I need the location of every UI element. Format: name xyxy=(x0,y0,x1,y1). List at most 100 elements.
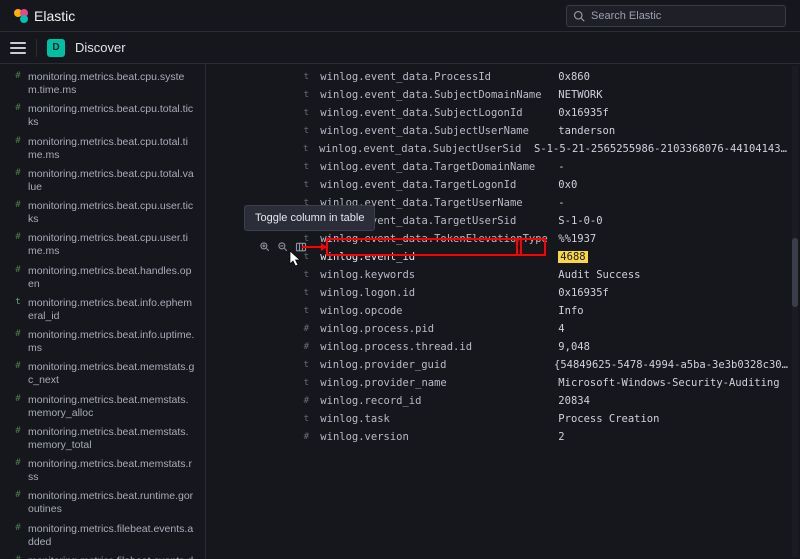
field-name: winlog.opcode xyxy=(320,305,550,317)
global-search-input[interactable]: Search Elastic xyxy=(566,5,786,27)
sidebar-field-item[interactable]: # monitoring.metrics.beat.cpu.total.value xyxy=(0,165,205,197)
sidebar-field-item[interactable]: # monitoring.metrics.beat.info.uptime.ms xyxy=(0,326,205,358)
doc-field-row[interactable]: twinlog.event_data.ProcessId0x860 xyxy=(210,68,790,86)
field-value: 4 xyxy=(558,323,564,335)
field-label: monitoring.metrics.beat.cpu.total.value xyxy=(28,168,195,194)
field-name: winlog.provider_name xyxy=(320,377,550,389)
field-name: winlog.task xyxy=(320,413,550,425)
field-name: winlog.event_data.SubjectLogonId xyxy=(320,107,550,119)
field-type-icon: # xyxy=(14,523,22,534)
doc-field-row[interactable]: twinlog.event_data.TargetLogonId0x0 xyxy=(210,176,790,194)
doc-field-row[interactable]: twinlog.event_data.SubjectLogonId0x16935… xyxy=(210,104,790,122)
doc-field-row[interactable]: t winlog.task Process Creation xyxy=(210,410,790,428)
field-name: winlog.event_data.SubjectUserSid xyxy=(319,143,526,155)
field-type-icon: # xyxy=(14,71,22,82)
field-name: winlog.logon.id xyxy=(320,287,550,299)
doc-field-row[interactable]: twinlog.logon.id0x16935f xyxy=(210,284,790,302)
sidebar-field-item[interactable]: # monitoring.metrics.beat.memstats.gc_nex… xyxy=(0,358,205,390)
field-label: monitoring.metrics.beat.runtime.goroutin… xyxy=(28,490,195,516)
field-type-icon: # xyxy=(300,342,312,352)
field-label: monitoring.metrics.beat.memstats.memory_… xyxy=(28,394,195,420)
field-value: 20834 xyxy=(558,395,590,407)
field-label: monitoring.metrics.beat.cpu.user.time.ms xyxy=(28,232,195,258)
doc-field-row[interactable]: #winlog.record_id20834 xyxy=(210,392,790,410)
vertical-scrollbar[interactable] xyxy=(792,66,798,557)
field-type-icon: t xyxy=(300,360,312,370)
field-type-icon: # xyxy=(14,232,22,243)
sidebar-field-item[interactable]: # monitoring.metrics.beat.runtime.gorouti… xyxy=(0,487,205,519)
sidebar-field-item[interactable]: #monitoring.metrics.beat.memstats.rss xyxy=(0,455,205,487)
field-name: winlog.process.pid xyxy=(320,323,550,335)
field-label: monitoring.metrics.beat.memstats.gc_next xyxy=(28,361,195,387)
field-value: 4688 xyxy=(558,251,587,263)
field-value: Process Creation xyxy=(558,413,659,425)
doc-field-row[interactable]: #winlog.process.thread.id9,048 xyxy=(210,338,790,356)
doc-field-row[interactable]: #winlog.version2 xyxy=(210,428,790,446)
field-value: 0x16935f xyxy=(558,107,609,119)
field-type-icon: # xyxy=(14,361,22,372)
filter-out-icon[interactable] xyxy=(276,240,290,254)
tooltip: Toggle column in table xyxy=(244,205,375,231)
doc-field-row[interactable]: twinlog.event_data.SubjectUserNametander… xyxy=(210,122,790,140)
sidebar-field-item[interactable]: #monitoring.metrics.beat.cpu.total.time.… xyxy=(0,133,205,165)
sidebar-field-item[interactable]: #monitoring.metrics.beat.handles.open xyxy=(0,262,205,294)
sidebar-field-item[interactable]: # monitoring.metrics.beat.cpu.system.time… xyxy=(0,68,205,100)
doc-field-row[interactable]: # winlog.process.pid 4 xyxy=(210,320,790,338)
filter-in-icon[interactable] xyxy=(258,240,272,254)
workspace: # monitoring.metrics.beat.cpu.system.time… xyxy=(0,64,800,559)
field-type-icon: # xyxy=(14,103,22,114)
field-type-icon: t xyxy=(300,306,312,316)
field-value: S-1-0-0 xyxy=(558,215,602,227)
field-type-icon: # xyxy=(14,490,22,501)
doc-field-row[interactable]: twinlog.keywordsAudit Success xyxy=(210,266,790,284)
field-label: monitoring.metrics.beat.cpu.total.ticks xyxy=(28,103,195,129)
field-label: monitoring.metrics.beat.info.uptime.ms xyxy=(28,329,195,355)
field-label: monitoring.metrics.filebeat.events.added xyxy=(28,523,195,549)
sidebar-field-item[interactable]: # monitoring.metrics.beat.cpu.total.ticks xyxy=(0,100,205,132)
field-type-icon: # xyxy=(14,168,22,179)
doc-field-row[interactable]: twinlog.opcodeInfo xyxy=(210,302,790,320)
doc-field-row[interactable]: twinlog.provider_guid{54849625-5478-4994… xyxy=(210,356,790,374)
field-type-icon: t xyxy=(14,297,22,308)
field-label: monitoring.metrics.beat.memstats.memory_… xyxy=(28,426,195,452)
field-name: winlog.event_id xyxy=(320,251,550,263)
doc-field-row[interactable]: twinlog.provider_nameMicrosoft-Windows-S… xyxy=(210,374,790,392)
field-type-icon: t xyxy=(300,162,312,172)
elastic-logo[interactable]: Elastic xyxy=(14,8,75,24)
doc-field-row[interactable]: twinlog.event_data.SubjectUserSidS-1-5-2… xyxy=(210,140,790,158)
sidebar-field-item[interactable]: #monitoring.metrics.filebeat.events.done xyxy=(0,552,205,559)
field-name: winlog.version xyxy=(320,431,550,443)
sidebar-field-item[interactable]: # monitoring.metrics.beat.cpu.user.time.m… xyxy=(0,229,205,261)
doc-field-row[interactable]: twinlog.event_data.TargetDomainName- xyxy=(210,158,790,176)
app-badge[interactable]: D xyxy=(47,39,65,57)
field-label: monitoring.metrics.beat.info.ephemeral_i… xyxy=(28,297,195,323)
field-type-icon: # xyxy=(14,329,22,340)
field-type-icon: t xyxy=(300,90,312,100)
app-breadcrumb-bar: D Discover xyxy=(0,32,800,64)
sidebar-field-item[interactable]: #monitoring.metrics.beat.memstats.memory… xyxy=(0,391,205,423)
field-value: Microsoft-Windows-Security-Auditing xyxy=(558,377,779,389)
field-label: monitoring.metrics.beat.cpu.system.time.… xyxy=(28,71,195,97)
field-list-sidebar: # monitoring.metrics.beat.cpu.system.time… xyxy=(0,64,206,559)
field-value: 0x860 xyxy=(558,71,590,83)
sidebar-field-item[interactable]: # monitoring.metrics.beat.memstats.memory… xyxy=(0,423,205,455)
app-title: Discover xyxy=(75,40,126,55)
document-detail-panel: twinlog.event_data.ProcessId0x860twinlog… xyxy=(206,64,800,559)
nav-toggle-button[interactable] xyxy=(10,42,26,54)
sidebar-field-item[interactable]: t monitoring.metrics.beat.info.ephemeral_… xyxy=(0,294,205,326)
doc-field-row[interactable]: twinlog.event_data.SubjectDomainNameNETW… xyxy=(210,86,790,104)
toggle-column-icon[interactable] xyxy=(294,240,308,254)
field-type-icon: # xyxy=(300,432,312,442)
field-name: winlog.event_data.SubjectDomainName xyxy=(320,89,550,101)
field-type-icon: # xyxy=(300,324,312,334)
field-type-icon: # xyxy=(14,426,22,437)
sidebar-field-item[interactable]: #monitoring.metrics.beat.cpu.user.ticks xyxy=(0,197,205,229)
field-type-icon: t xyxy=(300,414,312,424)
field-name: winlog.keywords xyxy=(320,269,550,281)
field-label: monitoring.metrics.beat.cpu.user.ticks xyxy=(28,200,195,226)
field-label: monitoring.metrics.beat.memstats.rss xyxy=(28,458,195,484)
sidebar-field-item[interactable]: # monitoring.metrics.filebeat.events.adde… xyxy=(0,520,205,552)
search-icon xyxy=(573,10,585,22)
field-type-icon: t xyxy=(300,270,312,280)
search-placeholder: Search Elastic xyxy=(591,10,661,22)
